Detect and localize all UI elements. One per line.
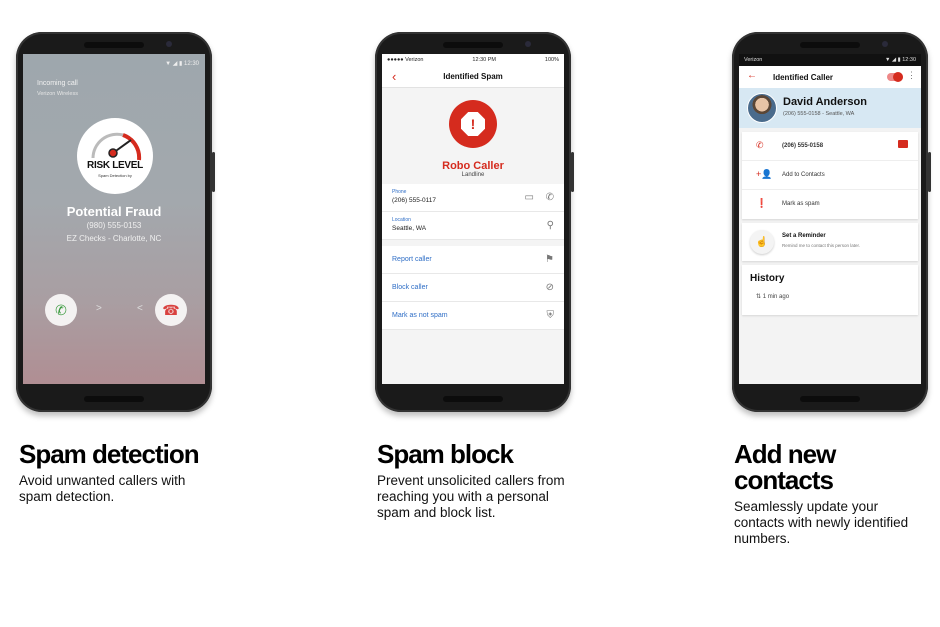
history-item[interactable]: ⇅ 1 min ago [756,293,789,300]
nav-title: Identified Spam [443,72,503,81]
nav-bar: ‹ Identified Spam [382,66,564,88]
flag-icon: ⚑ [545,254,554,265]
set-reminder-card[interactable]: ☝ Set a Reminder Remind me to contact th… [742,223,918,261]
mark-not-spam-item[interactable]: Mark as not spam ⛨ [382,302,564,330]
avatar [747,93,777,123]
actions-list: Report caller ⚑ Block caller ⊘ Mark as n… [382,246,564,330]
location-row: Location Seattle, WA ⚲ [382,212,564,240]
status-bar: ●●●●● Verizon 12:30 PM 100% [382,54,564,66]
contact-name: David Anderson [783,96,867,108]
decline-call-button[interactable]: ☎ [155,294,187,326]
caller-info: EZ Checks - Charlotte, NC [66,234,162,243]
risk-level-label: RISK LEVEL [87,160,143,171]
call-history-icon: ⇅ [756,294,762,300]
identified-spam-screen: ●●●●● Verizon 12:30 PM 100% ‹ Identified… [382,54,564,384]
block-caller-item[interactable]: Block caller ⊘ [382,274,564,302]
location-pin-icon[interactable]: ⚲ [547,220,554,231]
phone-icon[interactable]: ✆ [546,192,554,203]
add-person-icon: +👤 [756,169,773,179]
phone-mockup: ●●●●● Verizon 12:30 PM 100% ‹ Identified… [375,32,574,412]
mark-as-spam-row[interactable]: ❗ Mark as spam [742,190,918,219]
more-vert-icon[interactable]: ⋮ [907,70,916,81]
carrier-label: Verizon Wireless [37,91,78,97]
feature-description: Avoid unwanted callers with spam detecti… [19,473,186,504]
feature-caption: Spam detection Avoid unwanted callers wi… [19,441,209,505]
location-value: Seattle, WA [392,225,427,232]
spam-hero: ! [382,88,564,156]
line-type: Landline [461,172,485,178]
caller-type: Robo Caller [442,160,504,172]
feature-caption: Spam block Prevent unsolicited callers f… [377,441,582,521]
chevron-right-icon: > [96,303,102,314]
phone-mockup: ▼ ◢ ▮ 12:30 Incoming call Verizon Wirele… [16,32,215,412]
feature-caption: Add new contacts Seamlessly update your … [734,441,929,547]
phone-mockup: Verizon ▼ ◢ ▮ 12:30 ← Identified Caller … [732,32,931,412]
phone-icon: ✆ [756,140,764,150]
feature-title: Spam detection [19,439,200,469]
phone-row: Phone (206) 555-0117 ▭ ✆ [382,184,564,212]
caller-status: Potential Fraud [66,204,162,219]
incoming-call-screen: ▼ ◢ ▮ 12:30 Incoming call Verizon Wirele… [23,54,205,384]
alert-icon: ! [449,100,497,148]
profile-header: David Anderson (206) 555-0158 - Seattle,… [739,88,921,128]
phone-icon: ✆ [55,301,67,318]
add-to-contacts-row[interactable]: +👤 Add to Contacts [742,161,918,190]
contact-subtitle: (206) 555-0158 - Seattle, WA [783,111,855,117]
spam-detection-by-label: Spam Detection by [98,173,132,178]
caller-phone: (980) 555-0153 [86,221,142,230]
status-bar: ▼ ◢ ▮ 12:30 [165,61,199,67]
feature-spam-detection: ▼ ◢ ▮ 12:30 Incoming call Verizon Wirele… [0,0,300,627]
nav-title: Identified Caller [773,73,834,82]
alert-icon: ❗ [756,198,768,208]
feature-title: Add new contacts [734,439,836,495]
incoming-call-label: Incoming call [37,80,78,87]
identified-caller-screen: Verizon ▼ ◢ ▮ 12:30 ← Identified Caller … [739,54,921,384]
history-card: History ⇅ 1 min ago [742,265,918,315]
feature-description: Prevent unsolicited callers from reachin… [377,473,565,520]
feature-add-contacts: Verizon ▼ ◢ ▮ 12:30 ← Identified Caller … [718,0,940,627]
accept-call-button[interactable]: ✆ [45,294,77,326]
caller-details: Phone (206) 555-0117 ▭ ✆ Location Seattl… [382,184,564,240]
toggle-switch[interactable] [887,72,903,82]
call-row[interactable]: ✆ (206) 555-0158 [742,132,918,161]
touch-icon: ☝ [750,230,774,254]
status-bar: Verizon ▼ ◢ ▮ 12:30 [739,54,921,66]
hang-up-icon: ☎ [162,301,180,318]
gauge-icon [91,132,142,161]
risk-gauge: RISK LEVEL Spam Detection by [77,118,153,194]
back-arrow-icon[interactable]: ← [747,70,757,81]
shield-icon: ⛨ [546,310,555,321]
feature-title: Spam block [377,439,514,469]
message-icon[interactable] [898,140,908,148]
contact-actions: ✆ (206) 555-0158 +👤 Add to Contacts ❗ Ma… [742,132,918,219]
message-icon[interactable]: ▭ [525,192,534,203]
chevron-left-icon: < [137,303,143,314]
history-title: History [750,273,785,284]
nav-bar: ← Identified Caller ⋮ [739,66,921,88]
block-icon: ⊘ [545,282,554,293]
feature-description: Seamlessly update your contacts with new… [734,499,909,546]
report-caller-item[interactable]: Report caller ⚑ [382,246,564,274]
feature-spam-block: ●●●●● Verizon 12:30 PM 100% ‹ Identified… [360,0,660,627]
